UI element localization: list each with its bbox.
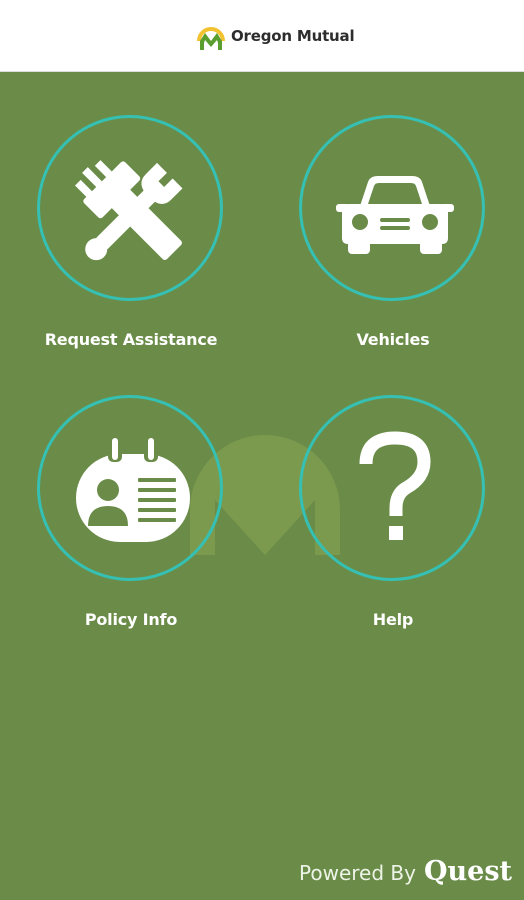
brand-name: Oregon Mutual [231, 27, 355, 45]
vehicles-circle[interactable] [299, 115, 485, 301]
quest-brand-text: Quest [423, 856, 512, 887]
car-icon [336, 176, 454, 254]
help-label: Help [372, 610, 414, 629]
powered-by-text: Powered By [299, 861, 416, 885]
request-assistance-label: Request Assistance [44, 330, 218, 349]
powered-by-footer: Powered By Quest [299, 856, 512, 887]
help-tile[interactable]: Help [262, 395, 524, 640]
help-circle[interactable] [299, 395, 485, 581]
request-assistance-circle[interactable] [37, 115, 223, 301]
policy-info-label: Policy Info [84, 610, 178, 629]
app-header: Oregon Mutual [0, 0, 524, 72]
tools-icon [75, 160, 183, 261]
question-icon [359, 431, 431, 540]
request-assistance-tile[interactable]: Request Assistance [0, 115, 262, 360]
brand-logo: Oregon Mutual [196, 21, 355, 51]
policy-info-tile[interactable]: Policy Info [0, 395, 262, 640]
app-screen: Oregon Mutual Request Assistance Vehicle… [0, 0, 524, 900]
id-card-icon [76, 438, 190, 542]
vehicles-label: Vehicles [356, 330, 430, 349]
policy-info-circle[interactable] [37, 395, 223, 581]
vehicles-tile[interactable]: Vehicles [262, 115, 524, 360]
oregon-mutual-logo-icon [197, 27, 225, 50]
